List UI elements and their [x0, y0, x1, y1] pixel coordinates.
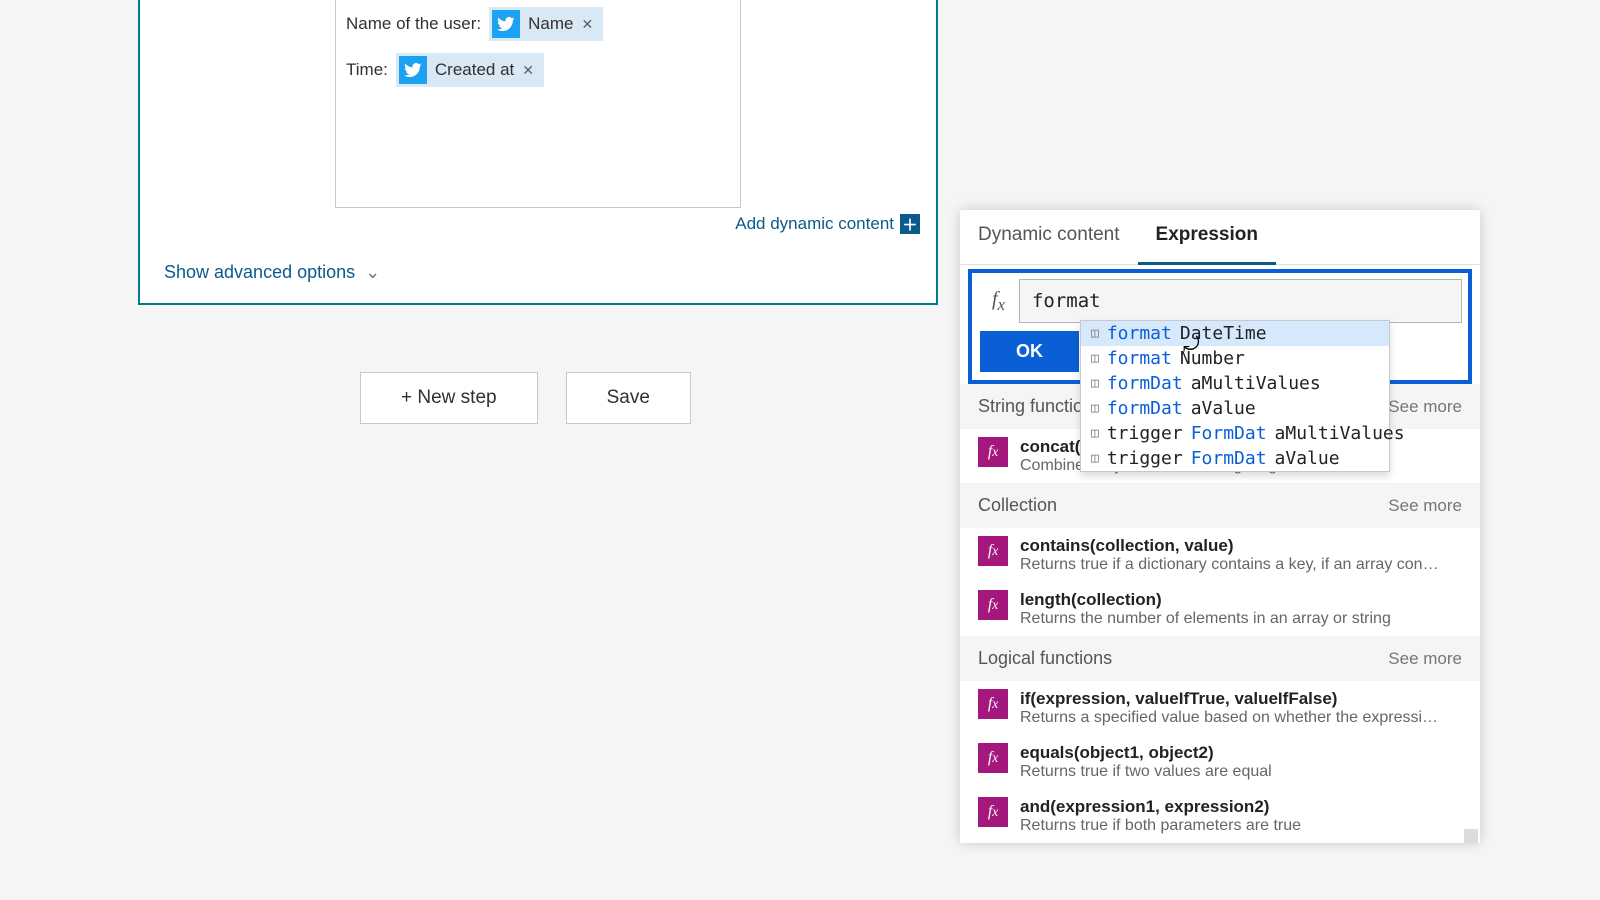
see-more-link[interactable]: See more: [1388, 496, 1462, 516]
cube-icon: ◫: [1091, 426, 1099, 441]
remove-token-icon[interactable]: ✕: [522, 62, 534, 79]
add-dynamic-content-link[interactable]: Add dynamic content: [735, 214, 894, 234]
fx-badge-icon: fx: [978, 743, 1008, 773]
body-label-row-1: Name of the user: Name ✕: [346, 7, 730, 41]
action-card: Name of the user: Name ✕ Time: Created a…: [138, 0, 938, 305]
token-name[interactable]: Name ✕: [489, 7, 603, 41]
token-created-at-label: Created at: [435, 60, 514, 80]
token-name-label: Name: [528, 14, 573, 34]
autocomplete-item[interactable]: ◫formatNumber: [1081, 346, 1389, 371]
function-description: Returns true if a dictionary contains a …: [1020, 556, 1440, 574]
category-header: Logical functions See more: [960, 636, 1480, 681]
cube-icon: ◫: [1091, 401, 1099, 416]
tab-expression[interactable]: Expression: [1138, 210, 1276, 265]
cube-icon: ◫: [1091, 376, 1099, 391]
function-description: Returns true if both parameters are true: [1020, 817, 1301, 835]
fx-badge-icon: fx: [978, 536, 1008, 566]
autocomplete-item[interactable]: ◫formDataValue: [1081, 396, 1389, 421]
expression-panel: Dynamic content Expression fx OK String …: [960, 210, 1480, 843]
function-name: equals(object1, object2): [1020, 743, 1272, 763]
remove-token-icon[interactable]: ✕: [581, 16, 593, 33]
label-name-of-user: Name of the user:: [346, 14, 481, 34]
function-item[interactable]: fx if(expression, valueIfTrue, valueIfFal…: [960, 681, 1480, 735]
chevron-down-icon: ⌄: [365, 262, 380, 283]
tab-dynamic-content[interactable]: Dynamic content: [960, 210, 1138, 264]
function-description: Returns the number of elements in an arr…: [1020, 610, 1391, 628]
function-name: contains(collection, value): [1020, 536, 1440, 556]
token-created-at[interactable]: Created at ✕: [396, 53, 544, 87]
show-advanced-label: Show advanced options: [164, 262, 355, 283]
autocomplete-item[interactable]: ◫formatDateTime: [1081, 321, 1389, 346]
category-title: Logical functions: [978, 648, 1112, 669]
fx-badge-icon: fx: [978, 797, 1008, 827]
function-item[interactable]: fx and(expression1, expression2)Returns t…: [960, 789, 1480, 843]
fx-badge-icon: fx: [978, 689, 1008, 719]
cube-icon: ◫: [1091, 326, 1099, 341]
twitter-icon: [399, 56, 427, 84]
autocomplete-item[interactable]: ◫triggerFormDataMultiValues: [1081, 421, 1389, 446]
save-button[interactable]: Save: [566, 372, 691, 424]
new-step-button[interactable]: + New step: [360, 372, 538, 424]
scrollbar-thumb[interactable]: [1464, 829, 1478, 843]
cube-icon: ◫: [1091, 351, 1099, 366]
ok-button[interactable]: OK: [980, 331, 1079, 372]
panel-tabs: Dynamic content Expression: [960, 210, 1480, 265]
function-name: length(collection): [1020, 590, 1391, 610]
function-description: Returns true if two values are equal: [1020, 763, 1272, 781]
label-time: Time:: [346, 60, 388, 80]
autocomplete-item[interactable]: ◫triggerFormDataValue: [1081, 446, 1389, 471]
function-description: Returns a specified value based on wheth…: [1020, 709, 1440, 727]
see-more-link[interactable]: See more: [1388, 397, 1462, 417]
category-header: Collection See more: [960, 483, 1480, 528]
see-more-link[interactable]: See more: [1388, 649, 1462, 669]
expression-input[interactable]: [1019, 279, 1462, 323]
plus-icon[interactable]: ＋: [900, 214, 920, 234]
category-title: Collection: [978, 495, 1057, 516]
function-name: and(expression1, expression2): [1020, 797, 1301, 817]
autocomplete-item[interactable]: ◫formDataMultiValues: [1081, 371, 1389, 396]
function-name: if(expression, valueIfTrue, valueIfFalse…: [1020, 689, 1440, 709]
fx-icon: fx: [978, 288, 1019, 315]
function-item[interactable]: fx equals(object1, object2)Returns true i…: [960, 735, 1480, 789]
message-body-input[interactable]: Name of the user: Name ✕ Time: Created a…: [335, 0, 741, 208]
bottom-button-row: + New step Save: [360, 372, 691, 424]
fx-badge-icon: fx: [978, 437, 1008, 467]
twitter-icon: [492, 10, 520, 38]
add-dynamic-content-row: Add dynamic content ＋: [140, 208, 930, 244]
body-label-row-2: Time: Created at ✕: [346, 53, 730, 87]
cube-icon: ◫: [1091, 451, 1099, 466]
fx-badge-icon: fx: [978, 590, 1008, 620]
show-advanced-options[interactable]: Show advanced options ⌄: [140, 244, 936, 303]
autocomplete-dropdown: ◫formatDateTime◫formatNumber◫formDataMul…: [1080, 320, 1390, 472]
function-item[interactable]: fx length(collection)Returns the number o…: [960, 582, 1480, 636]
function-item[interactable]: fx contains(collection, value)Returns tru…: [960, 528, 1480, 582]
